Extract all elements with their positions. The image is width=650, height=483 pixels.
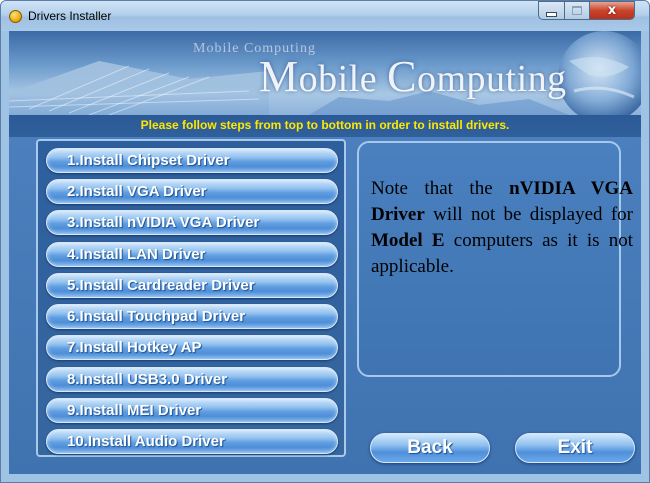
maximize-icon [572, 6, 582, 15]
install-driver-button-10[interactable]: 10.Install Audio Driver [46, 429, 338, 454]
window-title: Drivers Installer [28, 9, 112, 23]
exit-button[interactable]: Exit [515, 433, 635, 463]
banner-logo-text: Mobile Computing [259, 52, 567, 101]
install-driver-button-6[interactable]: 6.Install Touchpad Driver [46, 304, 338, 329]
install-driver-label: 10.Install Audio Driver [67, 433, 225, 450]
note-text: Note that the nVIDIA VGA Driver will not… [371, 178, 633, 277]
install-driver-label: 7.Install Hotkey AP [67, 339, 202, 356]
drivers-installer-window: Drivers Installer x Mobile Computing Mob… [0, 0, 650, 483]
install-driver-button-1[interactable]: 1.Install Chipset Driver [46, 148, 338, 173]
install-driver-label: 1.Install Chipset Driver [67, 152, 230, 169]
install-driver-label: 8.Install USB3.0 Driver [67, 371, 228, 388]
close-icon: x [607, 3, 617, 18]
install-driver-label: 3.Install nVIDIA VGA Driver [67, 214, 260, 231]
close-button[interactable]: x [589, 1, 635, 20]
install-driver-button-4[interactable]: 4.Install LAN Driver [46, 242, 338, 267]
note-box: Note that the nVIDIA VGA Driver will not… [357, 141, 633, 377]
exit-button-label: Exit [557, 437, 593, 458]
instruction-text: Please follow steps from top to bottom i… [140, 118, 510, 132]
install-driver-button-2[interactable]: 2.Install VGA Driver [46, 179, 338, 204]
install-driver-button-5[interactable]: 5.Install Cardreader Driver [46, 273, 338, 298]
install-driver-button-9[interactable]: 9.Install MEI Driver [46, 398, 338, 423]
install-driver-label: 4.Install LAN Driver [67, 246, 206, 263]
minimize-icon [546, 11, 557, 17]
title-bar[interactable]: Drivers Installer x [1, 1, 649, 31]
driver-list-panel: 1.Install Chipset Driver 2.Install VGA Dr… [36, 139, 346, 457]
install-driver-label: 2.Install VGA Driver [67, 183, 207, 200]
install-driver-label: 5.Install Cardreader Driver [67, 277, 255, 294]
client-area: Mobile Computing Mobile Computing Please… [9, 31, 641, 474]
install-driver-label: 6.Install Touchpad Driver [67, 308, 246, 325]
instruction-bar: Please follow steps from top to bottom i… [9, 115, 641, 137]
install-driver-button-8[interactable]: 8.Install USB3.0 Driver [46, 367, 338, 392]
maximize-button[interactable] [564, 1, 590, 20]
install-driver-label: 9.Install MEI Driver [67, 402, 202, 419]
install-driver-button-3[interactable]: 3.Install nVIDIA VGA Driver [46, 210, 338, 235]
banner-image: Mobile Computing Mobile Computing [9, 31, 641, 115]
back-button[interactable]: Back [370, 433, 490, 463]
disc-icon [9, 10, 22, 23]
main-area: 1.Install Chipset Driver 2.Install VGA Dr… [9, 137, 641, 474]
back-button-label: Back [407, 437, 453, 458]
install-driver-button-7[interactable]: 7.Install Hotkey AP [46, 335, 338, 360]
minimize-button[interactable] [538, 1, 565, 20]
